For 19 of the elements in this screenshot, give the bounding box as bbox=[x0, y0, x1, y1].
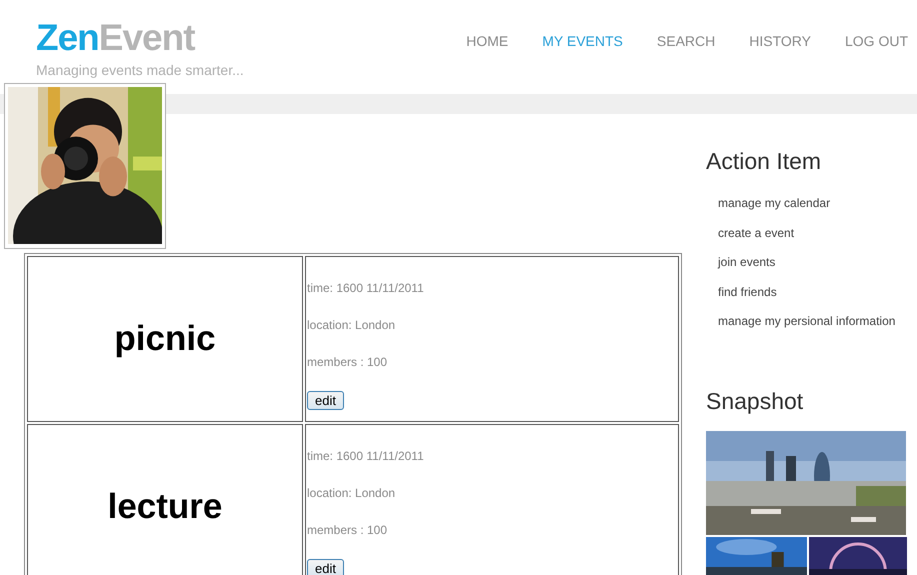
section-title: Snapshot bbox=[706, 388, 804, 415]
event-time: time: 1600 11/11/2011 bbox=[307, 449, 425, 463]
tagline: Managing events made smarter... bbox=[36, 62, 244, 78]
event-members: members : 100 bbox=[307, 523, 388, 537]
logo: ZenEvent bbox=[36, 16, 196, 60]
event-location: location: London bbox=[307, 318, 396, 332]
event-members: members : 100 bbox=[307, 355, 388, 369]
event-location: location: London bbox=[307, 486, 396, 500]
section-title: Action Item bbox=[706, 148, 822, 175]
event-name: picnic bbox=[27, 256, 303, 422]
edit-button[interactable]: edit bbox=[307, 559, 344, 575]
action-link[interactable]: find friends bbox=[718, 284, 777, 299]
event-name: lecture bbox=[27, 424, 303, 575]
event-time: time: 1600 11/11/2011 bbox=[307, 281, 425, 295]
action-link[interactable]: manage my persional information bbox=[718, 314, 896, 328]
edit-button[interactable]: edit bbox=[307, 391, 344, 410]
action-link[interactable]: manage my calendar bbox=[718, 196, 830, 210]
action-link[interactable]: join events bbox=[718, 255, 776, 270]
action-link[interactable]: create a event bbox=[718, 226, 794, 240]
